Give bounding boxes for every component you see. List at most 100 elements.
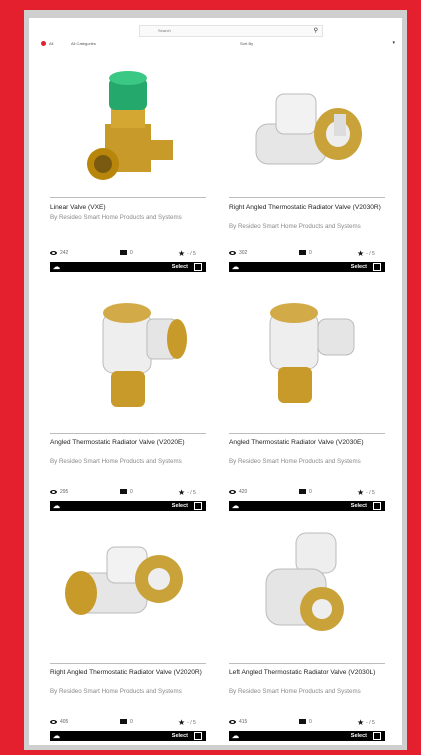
product-stats: 405 0 ★ - / 5 <box>50 718 206 727</box>
search-placeholder: Search <box>158 28 171 33</box>
cloud-icon: ☁ <box>53 503 60 510</box>
product-stats: 420 0 ★ - / 5 <box>229 488 385 497</box>
divider <box>50 433 206 434</box>
select-bar[interactable]: ☁ Select <box>229 501 385 511</box>
select-checkbox[interactable] <box>373 263 381 271</box>
star-icon: ★ <box>357 249 365 258</box>
eye-icon <box>229 489 236 494</box>
divider <box>229 433 385 434</box>
select-bar[interactable]: ☁ Select <box>50 731 206 741</box>
star-icon: ★ <box>178 718 186 727</box>
eye-icon <box>229 719 236 724</box>
product-card[interactable]: Right Angled Thermostatic Radiator Valve… <box>226 54 386 272</box>
select-label[interactable]: Select <box>351 503 367 509</box>
views-count: 242 <box>60 250 69 256</box>
sort-select[interactable]: Sort By <box>240 41 253 46</box>
select-bar[interactable]: ☁ Select <box>50 501 206 511</box>
cloud-icon: ☁ <box>232 733 239 740</box>
divider <box>50 663 206 664</box>
star-icon: ★ <box>357 718 365 727</box>
eye-icon <box>50 250 57 255</box>
cloud-icon: ☁ <box>232 264 239 271</box>
product-image <box>265 532 344 631</box>
select-checkbox[interactable] <box>194 732 202 740</box>
select-bar[interactable]: ☁ Select <box>229 731 385 741</box>
browser-frame: Search ⚲ All All Categories Sort By ▾ Li… <box>24 10 407 750</box>
language-select[interactable]: All <box>49 41 53 46</box>
divider <box>229 197 385 198</box>
star-icon: ★ <box>178 488 186 497</box>
select-label[interactable]: Select <box>172 264 188 270</box>
star-icon: ★ <box>357 488 365 497</box>
rating-text: - / 5 <box>366 719 375 726</box>
select-bar[interactable]: ☁ Select <box>50 262 206 272</box>
product-title[interactable]: Angled Thermostatic Radiator Valve (V203… <box>229 439 385 448</box>
select-label[interactable]: Select <box>172 503 188 509</box>
product-stats: 242 0 ★ - / 5 <box>50 249 206 258</box>
views-count: 415 <box>239 719 248 725</box>
product-card[interactable]: Linear Valve (VXE) By Resideo Smart Home… <box>47 54 207 272</box>
select-checkbox[interactable] <box>194 502 202 510</box>
select-label[interactable]: Select <box>351 733 367 739</box>
rating-text: - / 5 <box>366 489 375 496</box>
rating-text: - / 5 <box>187 250 196 257</box>
comment-icon <box>299 489 306 495</box>
product-title[interactable]: Right Angled Thermostatic Radiator Valve… <box>50 669 206 678</box>
product-vendor: By Resideo Smart Home Products and Syste… <box>50 688 182 695</box>
rating-text: - / 5 <box>187 719 196 726</box>
product-vendor: By Resideo Smart Home Products and Syste… <box>229 458 361 465</box>
comment-icon <box>299 250 306 256</box>
comments-count: 0 <box>309 250 312 256</box>
eye-icon <box>50 719 57 724</box>
product-image <box>255 93 362 165</box>
product-catalog-page: Search ⚲ All All Categories Sort By ▾ Li… <box>29 18 402 745</box>
product-title[interactable]: Angled Thermostatic Radiator Valve (V202… <box>50 439 206 448</box>
product-stats: 302 0 ★ - / 5 <box>229 249 385 258</box>
select-checkbox[interactable] <box>373 502 381 510</box>
product-title[interactable]: Linear Valve (VXE) <box>50 204 206 213</box>
comment-icon <box>120 719 127 725</box>
views-count: 295 <box>60 489 69 495</box>
views-count: 405 <box>60 719 69 725</box>
comments-count: 0 <box>130 250 133 256</box>
search-input[interactable]: Search ⚲ <box>139 25 323 37</box>
rating-text: - / 5 <box>187 489 196 496</box>
product-card[interactable]: Left Angled Thermostatic Radiator Valve … <box>226 513 386 741</box>
cloud-icon: ☁ <box>53 264 60 271</box>
product-card[interactable]: Angled Thermostatic Radiator Valve (V202… <box>47 283 207 511</box>
cloud-icon: ☁ <box>232 503 239 510</box>
comments-count: 0 <box>309 489 312 495</box>
views-count: 302 <box>239 250 248 256</box>
search-icon[interactable]: ⚲ <box>314 27 318 34</box>
rating-text: - / 5 <box>366 250 375 257</box>
select-checkbox[interactable] <box>194 263 202 271</box>
product-vendor: By Resideo Smart Home Products and Syste… <box>50 458 182 465</box>
select-checkbox[interactable] <box>373 732 381 740</box>
product-card[interactable]: Right Angled Thermostatic Radiator Valve… <box>47 513 207 741</box>
product-image <box>269 303 355 403</box>
product-vendor: By Resideo Smart Home Products and Syste… <box>229 223 361 230</box>
select-bar[interactable]: ☁ Select <box>229 262 385 272</box>
comments-count: 0 <box>309 719 312 725</box>
product-image <box>87 71 173 180</box>
product-vendor: By Resideo Smart Home Products and Syste… <box>229 688 361 695</box>
comment-icon <box>120 489 127 495</box>
select-label[interactable]: Select <box>351 264 367 270</box>
product-vendor: By Resideo Smart Home Products and Syste… <box>50 214 182 221</box>
star-icon: ★ <box>178 249 186 258</box>
category-select[interactable]: All Categories <box>71 41 96 46</box>
select-label[interactable]: Select <box>172 733 188 739</box>
chevron-down-icon[interactable]: ▾ <box>392 40 395 46</box>
comment-icon <box>299 719 306 725</box>
language-flag-icon <box>41 41 46 46</box>
product-title[interactable]: Left Angled Thermostatic Radiator Valve … <box>229 669 385 678</box>
product-title[interactable]: Right Angled Thermostatic Radiator Valve… <box>229 204 385 213</box>
product-image <box>102 303 187 407</box>
eye-icon <box>229 250 236 255</box>
product-stats: 295 0 ★ - / 5 <box>50 488 206 497</box>
filter-bar: All All Categories Sort By ▾ <box>35 39 397 49</box>
cloud-icon: ☁ <box>53 733 60 740</box>
product-image <box>65 546 183 615</box>
divider <box>229 663 385 664</box>
product-card[interactable]: Angled Thermostatic Radiator Valve (V203… <box>226 283 386 511</box>
